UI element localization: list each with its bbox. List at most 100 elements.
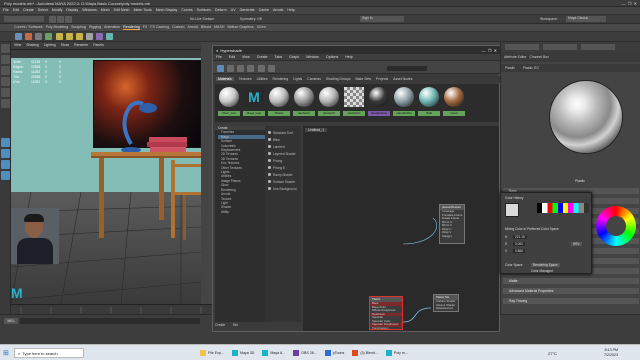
material-icon[interactable] <box>96 33 103 40</box>
material-swatch[interactable]: shaderGlow <box>368 86 390 118</box>
browser-tab-materials[interactable]: Materials <box>216 77 234 81</box>
move-tool-icon[interactable] <box>1 77 10 86</box>
taskbar-app[interactable]: OBS 28... <box>293 350 317 356</box>
material-swatch[interactable]: standardSu <box>393 86 415 118</box>
menu-edit[interactable]: Edit <box>13 8 19 12</box>
lasso-tool-icon[interactable] <box>1 55 10 64</box>
material-swatch[interactable]: Plastic <box>268 86 290 118</box>
point-light-icon[interactable] <box>75 33 83 40</box>
ae-subtab[interactable]: Plastic <box>505 64 515 72</box>
ipr-render-icon[interactable] <box>25 33 33 40</box>
shelf-tab-fx[interactable]: FX <box>143 25 148 29</box>
hypershade-menu-file[interactable]: File <box>216 55 222 59</box>
create-node-item[interactable]: Standard Surf. <box>265 130 301 137</box>
window-controls[interactable]: — ❐ ✕ <box>622 1 637 6</box>
rotate-tool-icon[interactable] <box>1 88 10 97</box>
save-scene-icon[interactable] <box>65 16 72 23</box>
frame-all-icon[interactable] <box>257 65 265 72</box>
create-node-item[interactable]: Phong <box>265 158 301 165</box>
shelf-tab-poly-modeling[interactable]: Poly Modeling <box>46 25 69 29</box>
shading-group-node[interactable]: Plastic SG Surface Shader Volume Shader Dis… <box>433 294 459 312</box>
node-attribute[interactable]: Displacement <box>434 307 458 311</box>
texture-icon[interactable] <box>106 33 114 40</box>
color-history-swatches[interactable] <box>537 203 589 213</box>
create-node-item[interactable]: Ramp Shader <box>265 172 301 179</box>
hypershade-menu-help[interactable]: Help <box>345 55 352 59</box>
create-node-item[interactable]: Layered Shader <box>265 151 301 158</box>
select-tool-icon[interactable] <box>1 44 10 53</box>
ae-section-advanced-material-properties[interactable]: Advanced Material Properties <box>503 288 639 294</box>
browser-tab-lights[interactable]: Lights <box>293 77 302 81</box>
color-picker-popup[interactable]: Color History Mixing Color in Preferred … <box>500 192 592 274</box>
menu-deform[interactable]: Deform <box>215 8 227 12</box>
menu-uv[interactable]: UV <box>231 8 236 12</box>
new-scene-icon[interactable] <box>49 16 56 23</box>
menu-help[interactable]: Help <box>287 8 294 12</box>
browser-tab-cameras[interactable]: Cameras <box>307 77 321 81</box>
taskbar-app[interactable]: Maya 3D <box>231 350 254 356</box>
hypershade-menu-create[interactable]: Create <box>257 55 268 59</box>
hypershade-window-controls[interactable]: — ❐ ✕ <box>482 48 497 53</box>
ae-dropdown-3[interactable] <box>581 44 616 50</box>
shelf-tab-mash[interactable]: MASH <box>214 25 224 29</box>
input-connections-icon[interactable] <box>227 65 235 72</box>
no-live-surface[interactable]: No Live Surface <box>190 17 214 21</box>
color-managed-checkbox[interactable]: Color Managed <box>531 269 553 273</box>
sign-in-button[interactable]: Sign In <box>360 16 404 22</box>
hsv-mode-dropdown[interactable]: HSV <box>571 242 582 246</box>
menu-file[interactable]: File <box>3 8 9 12</box>
scale-tool-icon[interactable] <box>1 99 10 108</box>
start-button[interactable]: ⊞ <box>3 348 9 358</box>
taskbar-app[interactable]: Poly m... <box>385 350 408 356</box>
four-view-layout-icon[interactable] <box>1 149 10 158</box>
taskbar-app[interactable]: pToons <box>324 350 344 356</box>
plastic-node[interactable]: Plastic Base Base Color Diffuse Roughness Me… <box>369 296 403 330</box>
clear-graph-icon[interactable] <box>247 65 255 72</box>
material-swatch[interactable]: wood <box>443 86 465 118</box>
menu-select[interactable]: Select <box>38 8 48 12</box>
menu-mesh[interactable]: Mesh <box>101 8 110 12</box>
workspace-dropdown[interactable]: Maya Classic <box>566 16 606 22</box>
create-node-item[interactable]: Lambert <box>265 144 301 151</box>
shelf-tab-fx-caching[interactable]: FX Caching <box>150 25 169 29</box>
menu-cache[interactable]: Cache <box>259 8 269 12</box>
camera-icon[interactable] <box>85 33 93 40</box>
menu-arnold[interactable]: Arnold <box>273 8 283 12</box>
menu-mesh-display[interactable]: Mesh Display <box>156 8 178 12</box>
shelf-tab-arnold[interactable]: Arnold <box>187 25 197 29</box>
ae-section-ray-tracing[interactable]: Ray Tracing <box>503 298 639 304</box>
shelf-tab-bifrost[interactable]: Bifrost <box>201 25 211 29</box>
shelf-tab-motion-graphics[interactable]: Motion Graphics <box>227 25 253 29</box>
browser-tab-rendering[interactable]: Rendering <box>273 77 289 81</box>
shelf-tab-curves-surfaces[interactable]: Curves / Surfaces <box>14 25 43 29</box>
create-tree-item[interactable]: Utility <box>218 210 265 214</box>
hypershade-icon[interactable] <box>45 33 53 40</box>
outliner-layout-icon[interactable] <box>1 171 10 180</box>
graph-materials-icon[interactable] <box>217 65 224 72</box>
viewport-menu-renderer[interactable]: Renderer <box>74 43 88 47</box>
frame-selected-icon[interactable] <box>267 65 275 72</box>
hypershade-menu-tabs[interactable]: Tabs <box>275 55 283 59</box>
viewport-menu-panels[interactable]: Panels <box>93 43 103 47</box>
shelf-tab-rendering[interactable]: Rendering <box>123 25 140 30</box>
hypershade-search-input[interactable] <box>386 66 427 71</box>
side-by-side-layout-icon[interactable] <box>1 160 10 169</box>
hypershade-menu-graph[interactable]: Graph <box>289 55 299 59</box>
ae-dropdown-1[interactable] <box>505 44 539 50</box>
single-view-layout-icon[interactable] <box>1 138 10 147</box>
ae-tab-channel-box[interactable]: Channel Box <box>529 52 548 62</box>
ae-dropdown-2[interactable] <box>543 44 578 50</box>
light-icon[interactable] <box>55 33 63 40</box>
color-swatch-current[interactable] <box>505 203 519 217</box>
hypershade-menu-window[interactable]: Window <box>306 55 319 59</box>
material-swatch[interactable]: lambert1 <box>293 86 315 118</box>
shelf-tab-sculpting[interactable]: Sculpting <box>71 25 86 29</box>
ae-tab-attribute-editor[interactable]: Attribute Editor <box>504 52 526 62</box>
node-graph[interactable]: Untitled_1 Plastic Base Base Color Diffuse … <box>303 126 499 331</box>
symmetry-status[interactable]: Symmetry: Off <box>240 17 262 21</box>
menu-mesh-tools[interactable]: Mesh Tools <box>134 8 152 12</box>
material-swatch[interactable]: lambert2 <box>318 86 340 118</box>
material-swatch[interactable]: Floor_mat <box>218 86 240 118</box>
weather[interactable]: 27°C <box>548 348 557 358</box>
hypershade-menu-edit[interactable]: Edit <box>229 55 235 59</box>
